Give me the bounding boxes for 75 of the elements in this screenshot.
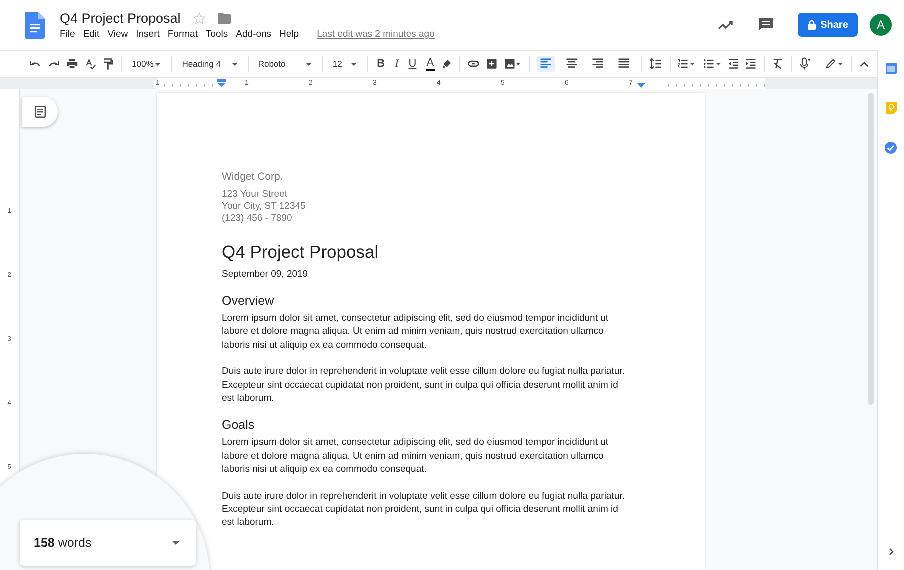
caret-icon	[306, 62, 312, 66]
align-right-icon	[591, 58, 606, 70]
menu-item[interactable]: View	[108, 28, 128, 40]
font-dropdown[interactable]: Roboto	[256, 59, 314, 69]
word-count: 158 words	[34, 536, 92, 550]
menu-item[interactable]: Add-ons	[236, 28, 272, 40]
redo-icon[interactable]	[48, 60, 60, 68]
microphone-icon[interactable]	[800, 57, 810, 71]
add-comment-icon[interactable]	[487, 58, 498, 70]
highlighter-icon[interactable]	[443, 58, 452, 70]
underline-button[interactable]: U	[408, 58, 418, 70]
link-icon[interactable]	[468, 60, 480, 68]
address-line: 123 Your Street	[222, 189, 288, 200]
indent-marker-icon[interactable]	[217, 79, 226, 87]
align-center-icon	[565, 58, 580, 70]
bulleted-list-icon[interactable]	[704, 58, 721, 70]
word-count-card[interactable]: 158 words	[20, 520, 196, 566]
trend-icon[interactable]	[718, 20, 734, 30]
calendar-icon[interactable]	[886, 63, 896, 74]
numbered-list-icon[interactable]	[678, 58, 696, 70]
align-left-button[interactable]	[537, 56, 556, 72]
account-avatar[interactable]: A	[870, 14, 892, 36]
align-left-icon	[539, 58, 554, 70]
paragraph: Lorem ipsum dolor sit amet, consectetur adipiscing elit, sed do eiusmod tempor incididunt ut labore et dolore magna aliqua. Ut enim ad minim veniam, quis nostrud exercitation ullamco laboris nisi ut aliquip ex ea commodo consequat.	[222, 436, 610, 477]
clear-formatting-icon[interactable]	[772, 58, 783, 70]
paragraph: Lorem ipsum dolor sit amet, consectetur adipiscing elit, sed do eiusmod tempor incididunt ut labore et dolore magna aliqua. Ut enim ad minim veniam, quis nostrud exercitation ullamco laboris nisi ut aliquip ex ea commodo consequat.	[222, 312, 610, 352]
menu-item[interactable]: Tools	[206, 28, 228, 40]
last-edit-link[interactable]: Last edit was 2 minutes ago	[317, 28, 435, 40]
scrollbar[interactable]	[868, 93, 874, 405]
document-heading: Q4 Project Proposal	[222, 242, 380, 263]
undo-icon[interactable]	[30, 60, 41, 68]
caret-icon	[232, 62, 238, 66]
address-line: (123) 456 - 7890	[222, 213, 294, 224]
share-button[interactable]: Share	[798, 13, 858, 37]
line-spacing-icon[interactable]	[650, 58, 662, 70]
spellcheck-icon[interactable]	[86, 58, 96, 70]
caret-icon	[155, 62, 162, 66]
lock-icon	[808, 20, 816, 30]
document-date: September 09, 2019	[222, 269, 310, 280]
section-heading: Goals	[222, 418, 256, 432]
comment-icon[interactable]	[758, 17, 774, 33]
document-icon[interactable]	[25, 12, 45, 38]
company-name: Widget Corp.	[222, 171, 284, 183]
menu-item[interactable]: File	[60, 28, 76, 40]
chevron-right-icon[interactable]	[888, 548, 894, 556]
italic-button[interactable]: I	[394, 58, 400, 70]
menu-item[interactable]: Help	[280, 28, 300, 40]
zoom-dropdown[interactable]: 100%	[130, 59, 164, 69]
star-icon[interactable]	[192, 12, 206, 24]
caret-icon	[351, 62, 358, 66]
style-dropdown[interactable]: Heading 4	[180, 59, 240, 69]
document-title[interactable]: Q4 Project Proposal	[60, 10, 181, 26]
align-justify-icon	[617, 58, 632, 70]
caret-icon[interactable]	[172, 541, 180, 545]
decrease-indent-icon[interactable]	[728, 58, 738, 70]
menu-item[interactable]: Format	[168, 28, 198, 40]
outline-icon	[34, 106, 46, 118]
outline-button[interactable]	[22, 97, 58, 127]
collapse-icon[interactable]	[860, 60, 869, 68]
image-icon[interactable]	[505, 58, 521, 70]
folder-icon[interactable]	[218, 12, 231, 24]
menu-item[interactable]: Insert	[136, 28, 160, 40]
tasks-check-icon[interactable]	[885, 142, 897, 154]
paragraph: Duis aute irure dolor in reprehenderit in voluptate velit esse cillum dolore eu fugiat nulla pariatur. Excepteur sint occaecat cupidatat non proident, sunt in culpa qui officia deserunt mollit anim id est laborum.	[222, 365, 626, 406]
paint-format-icon[interactable]	[104, 58, 114, 70]
print-icon[interactable]	[67, 58, 78, 70]
pencil-icon[interactable]	[826, 58, 844, 70]
color-button[interactable]: A	[426, 58, 436, 70]
bold-button[interactable]: B	[376, 58, 386, 70]
paragraph: Duis aute irure dolor in reprehenderit in voluptate velit esse cillum dolore eu fugiat nulla pariatur. Excepteur sint occaecat cupidatat non proident, sunt in culpa qui officia deserunt mollit anim id est laborum.	[222, 490, 626, 530]
menu-item[interactable]: Edit	[83, 28, 100, 40]
section-heading: Overview	[222, 294, 276, 308]
font-size-dropdown[interactable]: 12	[330, 59, 360, 69]
increase-indent-icon[interactable]	[746, 58, 756, 70]
address-line: Your City, ST 12345	[222, 201, 307, 212]
